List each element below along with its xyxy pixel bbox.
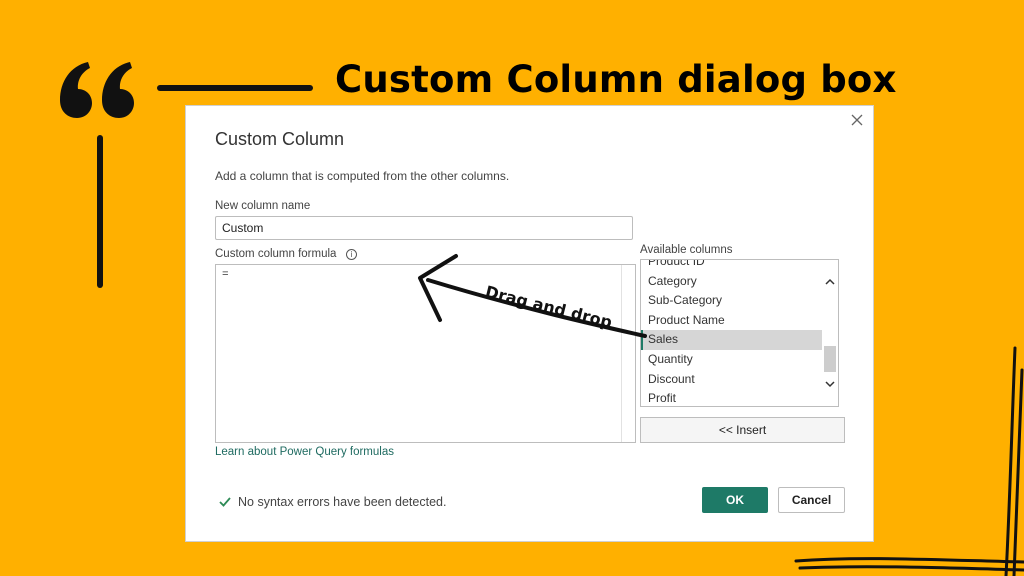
list-item[interactable]: Category (641, 272, 822, 292)
dialog-description: Add a column that is computed from the o… (215, 169, 510, 183)
info-icon[interactable]: i (346, 249, 357, 260)
dialog-title: Custom Column (215, 129, 345, 149)
new-column-name-input[interactable] (215, 216, 633, 240)
formula-text: = (222, 269, 229, 281)
available-columns-label: Available columns (640, 244, 733, 256)
chevron-up-icon[interactable] (824, 276, 836, 288)
list-item[interactable]: Profit (641, 389, 822, 406)
custom-column-dialog: Custom Column Add a column that is compu… (185, 105, 874, 542)
insert-button[interactable]: << Insert (640, 417, 845, 443)
ok-button[interactable]: OK (702, 487, 768, 513)
chevron-down-icon[interactable] (824, 378, 836, 390)
close-icon[interactable] (849, 112, 865, 128)
quote-marks-icon (60, 62, 134, 118)
list-item[interactable]: Quantity (641, 350, 822, 370)
formula-scrollbar[interactable] (621, 265, 635, 442)
new-column-name-label: New column name (215, 200, 311, 212)
syntax-status: No syntax errors have been detected. (238, 495, 447, 509)
formula-label: Custom column formula (215, 248, 337, 260)
list-item-selected[interactable]: Sales (641, 330, 822, 350)
list-item[interactable]: Sub-Category (641, 291, 822, 311)
available-columns-list[interactable]: Product ID Category Sub-Category Product… (640, 259, 839, 407)
list-item[interactable]: Product Name (641, 311, 822, 331)
list-item[interactable]: Product ID (641, 260, 822, 272)
scroll-thumb[interactable] (824, 346, 836, 372)
learn-power-query-link[interactable]: Learn about Power Query formulas (215, 446, 394, 458)
list-item[interactable]: Discount (641, 370, 822, 390)
cancel-button[interactable]: Cancel (778, 487, 845, 513)
formula-editor[interactable]: = (215, 264, 636, 443)
banner-title: Custom Column dialog box (335, 58, 897, 101)
list-scrollbar[interactable] (822, 260, 838, 406)
checkmark-icon (219, 497, 231, 507)
